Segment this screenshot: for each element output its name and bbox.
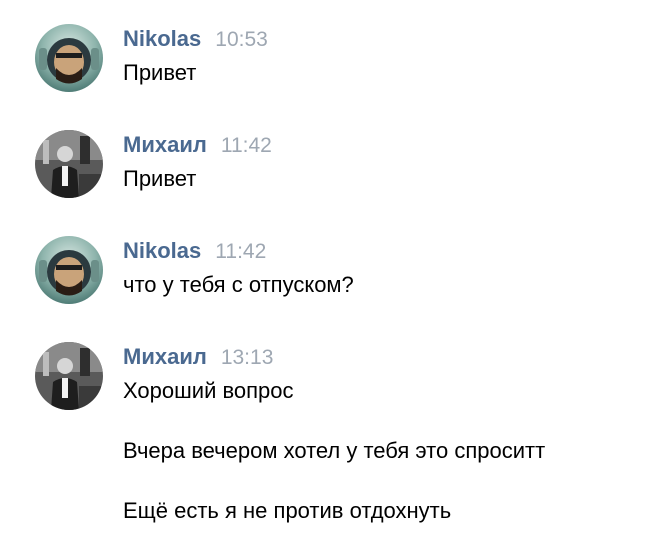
message-header: Nikolas 11:42 [123,236,266,266]
author-name[interactable]: Nikolas [123,26,201,51]
message-text: Хороший вопрос [123,378,294,403]
nikolas-avatar-icon[interactable] [35,24,103,92]
message-text: что у тебя с отпуском? [123,272,354,297]
message-time[interactable]: 11:42 [215,240,266,263]
mikhail-avatar-icon[interactable] [35,130,103,198]
message-text: Привет [123,166,197,191]
author-name[interactable]: Михаил [123,132,207,157]
message-text: Ещё есть я не против отдохнуть [123,498,452,523]
message-header: Nikolas 10:53 [123,24,268,54]
message-text: Вчера вечером хотел у тебя это спроситт [123,438,546,463]
message-time[interactable]: 11:42 [221,134,272,157]
nikolas-avatar-icon[interactable] [35,236,103,304]
author-name[interactable]: Nikolas [123,238,201,263]
message-time[interactable]: 13:13 [221,346,274,369]
message-header: Михаил 11:42 [123,130,272,160]
author-name[interactable]: Михаил [123,344,207,369]
message-time[interactable]: 10:53 [215,28,268,51]
mikhail-avatar-icon[interactable] [35,342,103,410]
message-text: Привет [123,60,197,85]
message-header: Михаил 13:13 [123,342,273,372]
